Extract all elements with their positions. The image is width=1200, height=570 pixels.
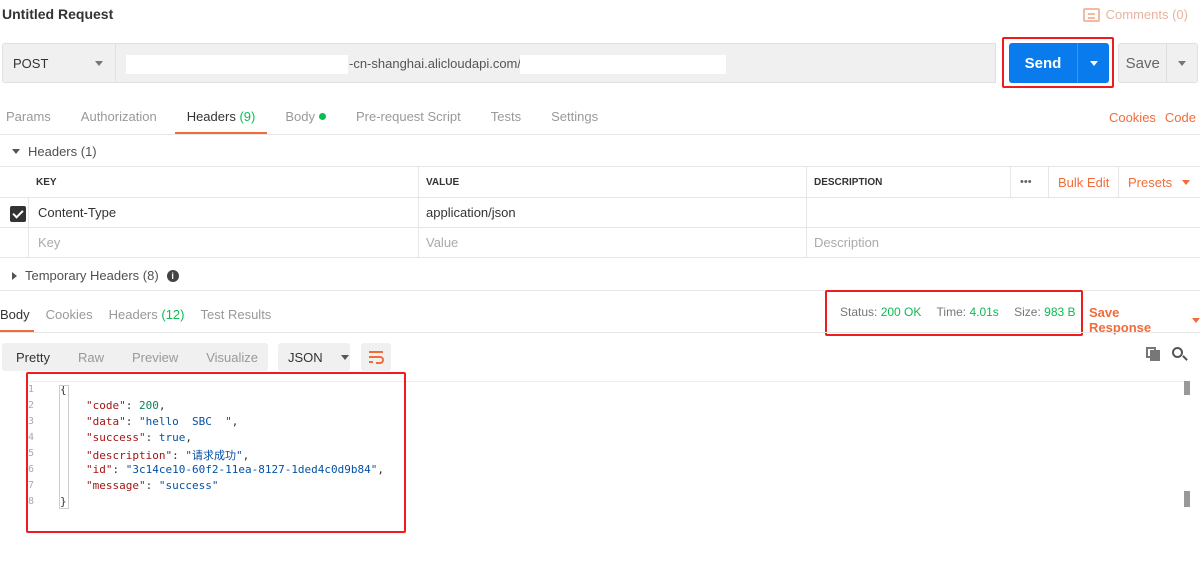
headers-section-toggle[interactable]: Headers (1) bbox=[12, 144, 97, 159]
size-label: Size: bbox=[1014, 305, 1041, 319]
cookies-link[interactable]: Cookies bbox=[1109, 110, 1156, 125]
caret-down-icon bbox=[12, 149, 20, 154]
divider bbox=[0, 134, 1200, 135]
caret-right-icon bbox=[12, 271, 17, 280]
time-label: Time: bbox=[936, 305, 967, 319]
save-options-button[interactable] bbox=[1167, 60, 1197, 66]
wrap-lines-button[interactable] bbox=[361, 343, 391, 371]
tab-response-headers[interactable]: Headers (12) bbox=[109, 307, 185, 331]
tab-test-results[interactable]: Test Results bbox=[201, 307, 272, 331]
new-description-field[interactable]: Description bbox=[806, 228, 879, 257]
tab-params[interactable]: Params bbox=[6, 109, 51, 133]
chevron-down-icon bbox=[1182, 179, 1191, 185]
divider bbox=[0, 332, 1200, 333]
bulk-edit-button[interactable]: Bulk Edit bbox=[1050, 167, 1109, 197]
tab-tests[interactable]: Tests bbox=[491, 109, 521, 133]
tab-response-cookies[interactable]: Cookies bbox=[46, 307, 93, 331]
view-pretty[interactable]: Pretty bbox=[2, 350, 64, 365]
header-description-field[interactable] bbox=[806, 198, 1200, 227]
size-value[interactable]: 983 B bbox=[1044, 305, 1075, 319]
view-mode-bar: Pretty Raw Preview Visualize bbox=[2, 343, 268, 371]
table-header-row: KEY VALUE DESCRIPTION ••• Bulk Edit Pres… bbox=[0, 166, 1200, 197]
code-link[interactable]: Code bbox=[1165, 110, 1196, 125]
search-icon[interactable] bbox=[1172, 347, 1188, 361]
tab-headers-label: Headers bbox=[186, 109, 236, 124]
method-select[interactable]: POST bbox=[2, 43, 116, 83]
presets-button[interactable]: Presets bbox=[1120, 167, 1191, 197]
body-indicator-dot bbox=[318, 113, 326, 120]
tab-authorization[interactable]: Authorization bbox=[81, 109, 157, 133]
chevron-down-icon bbox=[1192, 317, 1200, 323]
url-text: -cn-shanghai.alicloudapi.com/a bbox=[349, 56, 529, 71]
redacted-block bbox=[126, 55, 348, 74]
new-key-field[interactable]: Key bbox=[30, 228, 60, 257]
view-visualize[interactable]: Visualize bbox=[192, 350, 272, 365]
presets-label: Presets bbox=[1128, 174, 1173, 190]
tab-settings[interactable]: Settings bbox=[551, 109, 598, 133]
temporary-headers-toggle[interactable]: Temporary Headers (8) i bbox=[12, 268, 179, 283]
tab-headers[interactable]: Headers (9) bbox=[174, 109, 267, 135]
chevron-down-icon bbox=[1178, 60, 1187, 66]
column-header-description: DESCRIPTION bbox=[814, 176, 883, 188]
redacted-block bbox=[520, 55, 726, 74]
method-label: POST bbox=[13, 55, 49, 71]
save-response-label: Save Response bbox=[1089, 305, 1152, 335]
temporary-headers-title: Temporary Headers (8) bbox=[25, 268, 159, 283]
response-meta: Status: 200 OK Time: 4.01s Size: 983 B bbox=[840, 305, 1088, 319]
tab-body-label: Body bbox=[285, 109, 315, 124]
save-label: Save bbox=[1125, 54, 1160, 72]
comments-label: Comments (0) bbox=[1105, 7, 1188, 22]
header-value-field[interactable]: application/json bbox=[418, 198, 516, 227]
header-enabled-checkbox[interactable] bbox=[10, 206, 26, 222]
comments-button[interactable]: Comments (0) bbox=[1082, 7, 1188, 22]
request-tabs: Params Authorization Headers (9) Body Pr… bbox=[6, 109, 628, 135]
headers-section-title: Headers (1) bbox=[28, 144, 97, 159]
view-raw[interactable]: Raw bbox=[64, 350, 118, 365]
view-preview[interactable]: Preview bbox=[118, 350, 192, 365]
save-button[interactable]: Save bbox=[1118, 43, 1198, 83]
status-label: Status: bbox=[840, 305, 878, 319]
chevron-down-icon bbox=[95, 61, 103, 66]
tab-response-headers-label: Headers bbox=[108, 307, 158, 322]
tab-pre-request-script[interactable]: Pre-request Script bbox=[356, 109, 461, 133]
column-header-key: KEY bbox=[36, 176, 57, 188]
request-links: Cookies Code bbox=[1109, 110, 1196, 125]
tab-body[interactable]: Body bbox=[285, 109, 326, 133]
tab-response-body[interactable]: Body bbox=[0, 307, 34, 333]
save-response-button[interactable]: Save Response bbox=[1089, 305, 1200, 335]
editor-scrollbar[interactable] bbox=[1184, 381, 1192, 511]
tab-response-headers-count: (12) bbox=[161, 307, 185, 322]
status-value[interactable]: 200 OK bbox=[881, 305, 922, 319]
request-title[interactable]: Untitled Request bbox=[2, 6, 113, 22]
send-label: Send bbox=[1024, 54, 1062, 72]
send-button[interactable]: Send bbox=[1009, 43, 1109, 83]
response-tabs: Body Cookies Headers (12) Test Results bbox=[0, 307, 287, 333]
chevron-down-icon bbox=[1089, 60, 1098, 66]
chevron-down-icon bbox=[340, 354, 349, 360]
url-input[interactable]: -cn-shanghai.alicloudapi.com/a bbox=[116, 43, 996, 83]
column-header-value: VALUE bbox=[426, 176, 460, 188]
comment-icon bbox=[1082, 7, 1100, 22]
table-row-new: Key Value Description bbox=[0, 227, 1200, 258]
format-label: JSON bbox=[288, 349, 323, 365]
table-row: Content-Type application/json bbox=[0, 197, 1200, 227]
more-options-button[interactable]: ••• bbox=[1012, 167, 1032, 197]
time-value[interactable]: 4.01s bbox=[969, 305, 998, 319]
header-key-field[interactable]: Content-Type bbox=[30, 198, 116, 227]
tab-headers-count: (9) bbox=[239, 109, 256, 124]
format-select[interactable]: JSON bbox=[278, 343, 350, 371]
copy-icon[interactable] bbox=[1146, 347, 1160, 361]
wrap-icon bbox=[369, 351, 384, 364]
new-value-field[interactable]: Value bbox=[418, 228, 458, 257]
highlight-response-body bbox=[26, 372, 406, 533]
send-options-button[interactable] bbox=[1078, 60, 1109, 66]
info-icon[interactable]: i bbox=[166, 269, 179, 282]
